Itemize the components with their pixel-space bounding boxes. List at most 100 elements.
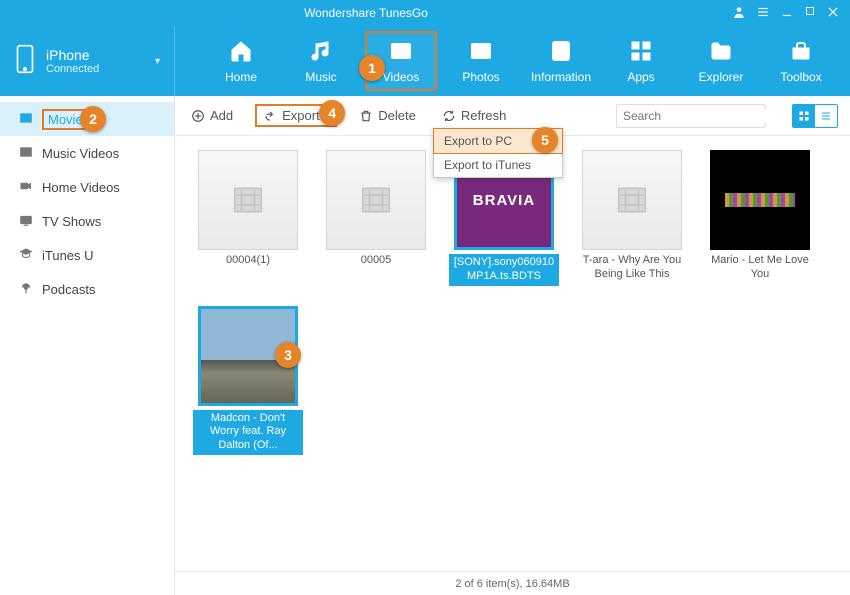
video-thumbnail <box>582 150 682 250</box>
nav-label: Music <box>305 70 336 84</box>
add-button[interactable]: Add <box>187 105 237 126</box>
menu-icon[interactable] <box>756 5 770 22</box>
search-box[interactable] <box>616 104 766 128</box>
refresh-label: Refresh <box>461 108 507 123</box>
sidebar-item-label: Podcasts <box>42 282 95 297</box>
video-grid: 00004(1) 00005 BRAVIA [SONY].sony060910M… <box>175 136 850 571</box>
nav-label: Videos <box>383 70 419 84</box>
video-tile[interactable]: 00004(1) <box>193 150 303 286</box>
user-icon[interactable] <box>732 5 746 22</box>
nav-toolbox[interactable]: Toolbox <box>765 31 837 91</box>
video-tile[interactable]: 00005 <box>321 150 431 286</box>
callout-5: 5 <box>532 127 558 153</box>
sidebar-item-label: iTunes U <box>42 248 94 263</box>
podcast-icon <box>18 281 34 298</box>
nav-label: Information <box>531 70 591 84</box>
bravia-text: BRAVIA <box>473 192 535 209</box>
export-button[interactable]: Export ▾ 4 <box>255 104 337 127</box>
top-nav: iPhone Connected ▾ Home Music Videos 1 P… <box>0 26 850 96</box>
nav-explorer[interactable]: Explorer <box>685 31 757 91</box>
sidebar-item-home-videos[interactable]: Home Videos <box>0 170 174 204</box>
export-to-itunes[interactable]: Export to iTunes <box>434 153 562 177</box>
video-tile[interactable]: Madcon - Don't Worry feat. Ray Dalton (O… <box>193 306 303 455</box>
titlebar: Wondershare TunesGo <box>0 0 850 26</box>
device-status: Connected <box>46 63 99 75</box>
nav-videos[interactable]: Videos 1 <box>365 31 437 91</box>
nav-photos[interactable]: Photos <box>445 31 517 91</box>
export-to-pc[interactable]: Export to PC 5 <box>433 128 563 154</box>
chevron-down-icon: ▾ <box>155 56 160 67</box>
trash-icon <box>359 109 373 123</box>
video-label: 00005 <box>321 254 431 268</box>
export-icon <box>263 109 277 123</box>
grid-view-button[interactable] <box>793 105 815 127</box>
toolbar: Add Export ▾ 4 Delete Refresh <box>175 96 850 136</box>
sidebar-item-label: TV Shows <box>42 214 101 229</box>
app-title: Wondershare TunesGo <box>0 6 732 20</box>
video-thumbnail <box>198 150 298 250</box>
maximize-icon[interactable] <box>804 5 816 22</box>
sidebar-item-movies[interactable]: Movies 2 <box>0 102 174 136</box>
video-tile[interactable]: T-ara - Why Are You Being Like This <box>577 150 687 286</box>
export-label: Export <box>282 108 320 123</box>
main-panel: Add Export ▾ 4 Delete Refresh <box>175 96 850 595</box>
add-label: Add <box>210 108 233 123</box>
video-label: Madcon - Don't Worry feat. Ray Dalton (O… <box>193 410 303 455</box>
video-tile[interactable]: Mario - Let Me Love You <box>705 150 815 286</box>
home-icon <box>227 39 255 66</box>
nav-label: Photos <box>462 70 499 84</box>
video-label: T-ara - Why Are You Being Like This <box>577 254 687 282</box>
camcorder-icon <box>18 179 34 196</box>
video-label: Mario - Let Me Love You <box>705 254 815 282</box>
film-icon <box>18 111 34 128</box>
sidebar: Movies 2 Music Videos Home Videos TV Sho… <box>0 96 175 595</box>
apps-icon <box>627 39 655 66</box>
status-bar: 2 of 6 item(s), 16.64MB <box>175 571 850 595</box>
nav-label: Toolbox <box>780 70 821 84</box>
video-label: [SONY].sony060910MP1A.ts.BDTS <box>449 254 559 286</box>
status-text: 2 of 6 item(s), 16.64MB <box>455 578 569 590</box>
close-icon[interactable] <box>826 5 840 22</box>
nav-apps[interactable]: Apps <box>605 31 677 91</box>
videos-icon <box>387 39 415 66</box>
nav-label: Apps <box>627 70 654 84</box>
phone-icon <box>14 44 36 79</box>
refresh-icon <box>442 109 456 123</box>
music-icon <box>307 39 335 66</box>
tv-icon <box>18 213 34 230</box>
minimize-icon[interactable] <box>780 5 794 22</box>
delete-label: Delete <box>378 108 416 123</box>
sidebar-item-music-videos[interactable]: Music Videos <box>0 136 174 170</box>
graduation-icon <box>18 247 34 264</box>
sidebar-item-label: Music Videos <box>42 146 119 161</box>
callout-3: 3 <box>275 342 301 368</box>
sidebar-item-podcasts[interactable]: Podcasts <box>0 272 174 306</box>
device-selector[interactable]: iPhone Connected ▾ <box>0 26 175 96</box>
sidebar-item-tv-shows[interactable]: TV Shows <box>0 204 174 238</box>
device-name: iPhone <box>46 47 99 63</box>
nav-information[interactable]: Information <box>525 31 597 91</box>
music-video-icon <box>18 145 34 162</box>
search-input[interactable] <box>623 109 778 123</box>
callout-1: 1 <box>359 55 385 81</box>
list-view-button[interactable] <box>815 105 837 127</box>
video-thumbnail <box>326 150 426 250</box>
sidebar-item-itunes-u[interactable]: iTunes U <box>0 238 174 272</box>
delete-button[interactable]: Delete <box>355 105 420 126</box>
photos-icon <box>467 39 495 66</box>
nav-label: Home <box>225 70 257 84</box>
export-menu: Export to PC 5 Export to iTunes <box>433 128 563 178</box>
nav-home[interactable]: Home <box>205 31 277 91</box>
explorer-icon <box>707 39 735 66</box>
menu-item-label: Export to iTunes <box>444 158 531 172</box>
callout-4: 4 <box>319 100 345 126</box>
nav-music[interactable]: Music <box>285 31 357 91</box>
video-thumbnail <box>710 150 810 250</box>
refresh-button[interactable]: Refresh <box>438 105 511 126</box>
toolbox-icon <box>787 39 815 66</box>
video-label: 00004(1) <box>193 254 303 268</box>
nav-label: Explorer <box>699 70 744 84</box>
plus-icon <box>191 109 205 123</box>
information-icon <box>547 39 575 66</box>
callout-2: 2 <box>80 106 106 132</box>
